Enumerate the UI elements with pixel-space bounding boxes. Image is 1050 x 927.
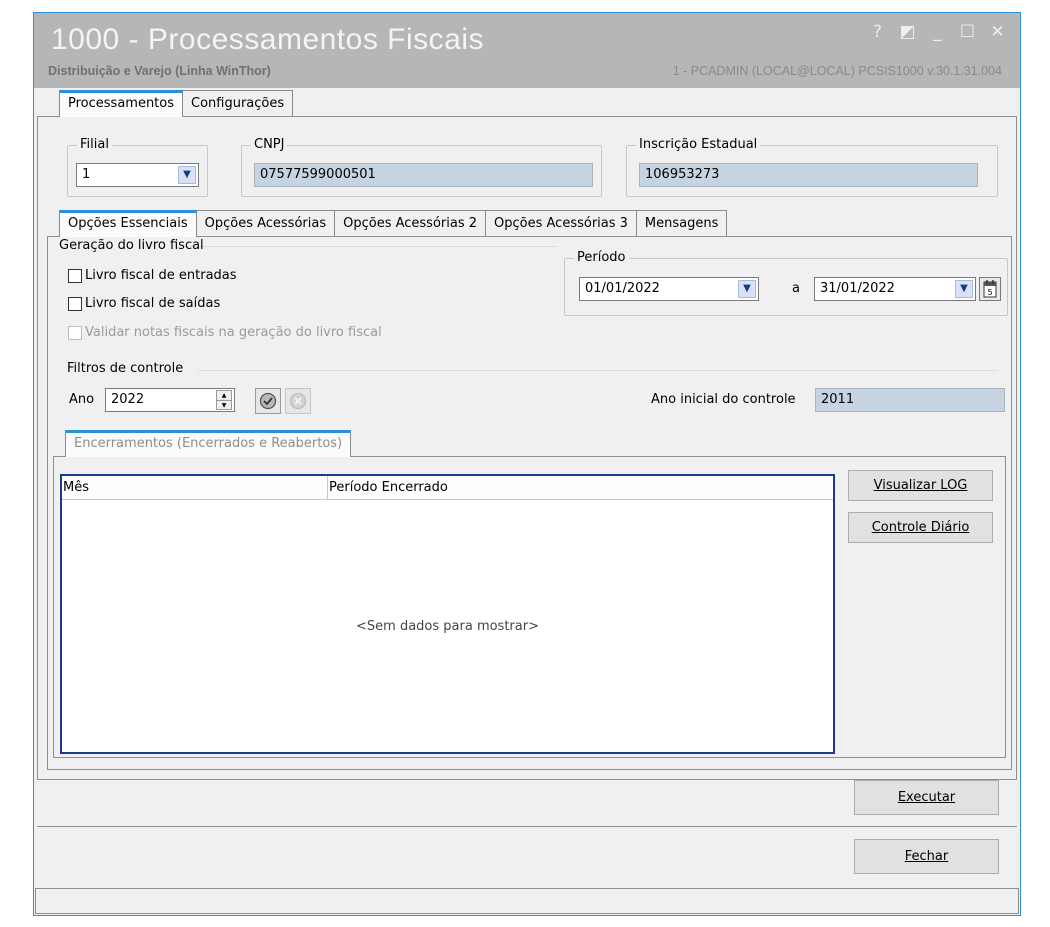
confirm-button[interactable] — [255, 388, 281, 414]
check-circle-icon — [259, 392, 277, 410]
cnpj-group: CNPJ 07577599000501 — [241, 137, 602, 197]
tab-mensagens[interactable]: Mensagens — [635, 210, 728, 237]
minimize-icon[interactable]: _ — [929, 22, 946, 42]
cancel-button — [285, 388, 311, 414]
empty-grid-message: <Sem dados para mostrar> — [356, 618, 539, 634]
status-bar — [35, 888, 1019, 914]
user-info: 1 - PCADMIN (LOCAL@LOCAL) PCSIS1000 v.30… — [672, 64, 1002, 78]
chevron-down-icon[interactable]: ▼ — [178, 166, 196, 184]
encerramentos-panel: Mês Período Encerrado <Sem dados para mo… — [53, 456, 1006, 758]
geracao-label: Geração do livro fiscal — [59, 238, 204, 253]
close-icon[interactable]: ✕ — [989, 22, 1006, 42]
main-tabs: Processamentos Configurações — [59, 90, 294, 117]
x-circle-icon — [289, 392, 307, 410]
checkbox-box[interactable] — [68, 268, 82, 283]
ano-inicial-field: 2011 — [815, 388, 1005, 412]
tab-processamentos[interactable]: Processamentos — [59, 90, 184, 117]
tab-opcoes-acessorias-3[interactable]: Opções Acessórias 3 — [485, 210, 637, 237]
ano-spinner[interactable]: 2022 ▲ ▼ — [105, 388, 235, 412]
filtros-label: Filtros de controle — [67, 361, 184, 376]
periodo-end-value: 31/01/2022 — [820, 281, 895, 296]
opcoes-essenciais-panel: Geração do livro fiscal Livro fiscal de … — [47, 236, 1012, 770]
checkbox-entradas[interactable]: Livro fiscal de entradas — [68, 268, 237, 283]
checkbox-box[interactable] — [68, 296, 82, 311]
checkbox-label: Livro fiscal de entradas — [85, 268, 237, 283]
cnpj-field: 07577599000501 — [254, 163, 593, 187]
periodo-start-date[interactable]: 01/01/2022 ▼ — [579, 277, 759, 301]
periodo-group: Período 01/01/2022 ▼ a 31/01/2022 ▼ 5 — [564, 250, 1008, 316]
spinner-up-icon[interactable]: ▲ — [217, 391, 231, 400]
processamentos-panel: Filial 1 ▼ CNPJ 07577599000501 Inscrição… — [37, 116, 1017, 780]
tab-encerramentos[interactable]: Encerramentos (Encerrados e Reabertos) — [65, 430, 352, 457]
filial-group: Filial 1 ▼ — [67, 137, 208, 197]
inscricao-label: Inscrição Estadual — [636, 137, 761, 153]
tab-opcoes-essenciais[interactable]: Opções Essenciais — [59, 210, 197, 237]
window-controls: ? ◩ _ ☐ ✕ — [869, 22, 1006, 42]
executar-button[interactable]: Executar — [854, 780, 999, 815]
column-header-periodo[interactable]: Período Encerrado — [328, 476, 833, 499]
divider — [198, 370, 998, 371]
calendar-icon[interactable]: 5 — [979, 277, 1001, 301]
main-window: 1000 - Processamentos Fiscais Distribuiç… — [33, 12, 1021, 916]
window-title: 1000 - Processamentos Fiscais — [51, 23, 485, 56]
filial-value: 1 — [82, 167, 91, 182]
periodo-label: Período — [574, 250, 629, 266]
filial-label: Filial — [77, 137, 112, 153]
encerramentos-tabs: Encerramentos (Encerrados e Reabertos) — [65, 430, 352, 457]
ano-value: 2022 — [111, 392, 145, 407]
svg-text:5: 5 — [987, 288, 992, 297]
help-icon[interactable]: ? — [869, 22, 886, 42]
periodo-start-value: 01/01/2022 — [585, 281, 660, 296]
column-header-mes[interactable]: Mês — [62, 476, 328, 499]
periodo-separator: a — [792, 281, 800, 296]
ano-label: Ano — [69, 392, 95, 407]
tab-configuracoes[interactable]: Configurações — [182, 90, 294, 117]
divider — [37, 826, 1017, 827]
checkbox-box — [68, 325, 82, 340]
fechar-button[interactable]: Fechar — [854, 839, 999, 874]
spinner-arrows[interactable]: ▲ ▼ — [216, 390, 232, 410]
inscricao-field: 106953273 — [639, 163, 978, 187]
controle-diario-button[interactable]: Controle Diário — [848, 512, 993, 543]
filial-select[interactable]: 1 ▼ — [76, 163, 199, 187]
visualizar-log-button[interactable]: Visualizar LOG — [848, 470, 993, 501]
checkbox-label: Validar notas fiscais na geração do livr… — [85, 325, 382, 340]
spinner-down-icon[interactable]: ▼ — [217, 400, 231, 409]
checkbox-saidas[interactable]: Livro fiscal de saídas — [68, 296, 220, 311]
title-bar: 1000 - Processamentos Fiscais Distribuiç… — [34, 13, 1020, 88]
grid-header: Mês Período Encerrado — [62, 476, 833, 500]
window-subtitle: Distribuição e Varejo (Linha WinThor) — [48, 64, 271, 78]
periodo-end-date[interactable]: 31/01/2022 ▼ — [814, 277, 976, 301]
chevron-down-icon[interactable]: ▼ — [738, 280, 756, 298]
chevron-down-icon[interactable]: ▼ — [955, 280, 973, 298]
restore-icon[interactable]: ◩ — [899, 22, 916, 42]
cnpj-label: CNPJ — [251, 137, 288, 153]
tab-opcoes-acessorias-2[interactable]: Opções Acessórias 2 — [334, 210, 487, 237]
encerramentos-grid[interactable]: Mês Período Encerrado <Sem dados para mo… — [60, 474, 835, 754]
sub-tabs: Opções Essenciais Opções Acessórias Opçõ… — [59, 210, 728, 237]
divider — [188, 246, 558, 247]
checkbox-label: Livro fiscal de saídas — [85, 296, 221, 311]
tab-opcoes-acessorias[interactable]: Opções Acessórias — [195, 210, 336, 237]
inscricao-group: Inscrição Estadual 106953273 — [626, 137, 998, 197]
maximize-icon[interactable]: ☐ — [959, 22, 976, 42]
ano-inicial-label: Ano inicial do controle — [651, 392, 796, 407]
checkbox-validar: Validar notas fiscais na geração do livr… — [68, 325, 382, 340]
